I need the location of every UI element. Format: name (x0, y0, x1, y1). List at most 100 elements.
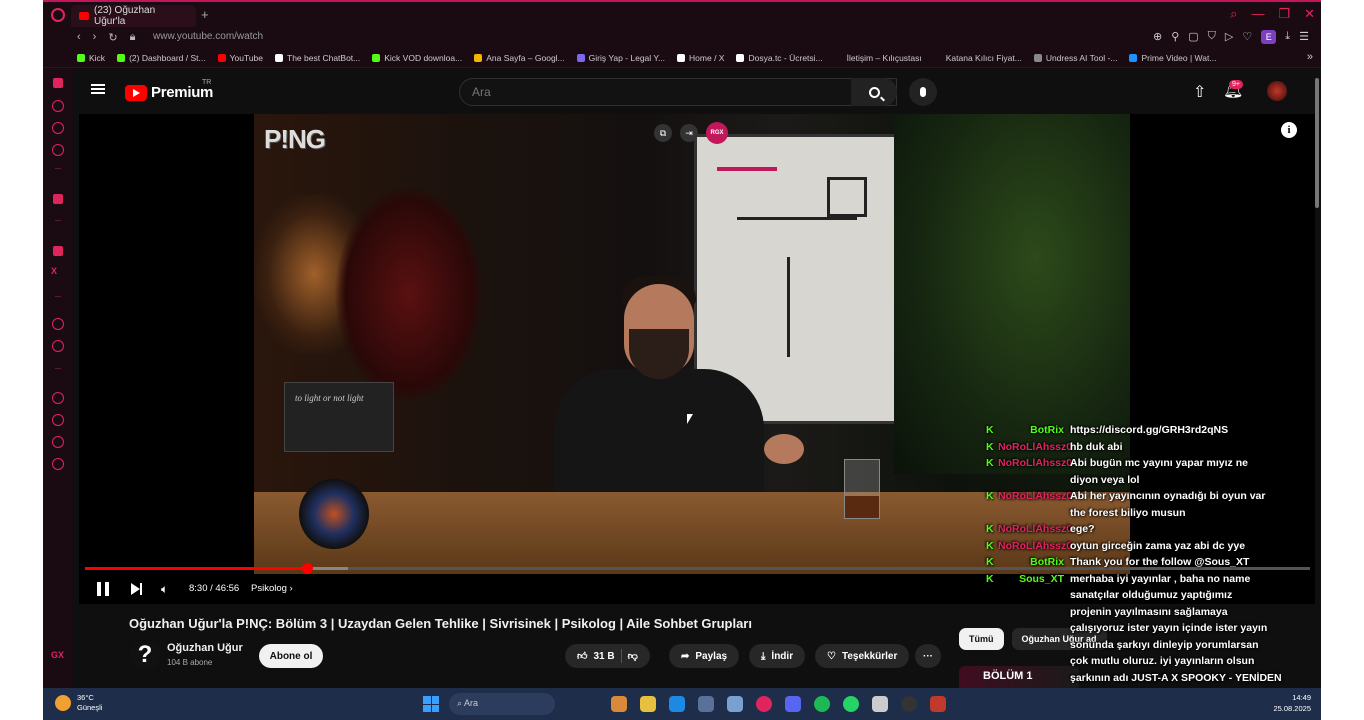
bookmark-item[interactable]: Kick (77, 53, 105, 63)
create-upload-icon[interactable]: ⇧ (1193, 82, 1206, 102)
spotify-icon[interactable] (814, 696, 830, 712)
zoom-icon[interactable]: ⊕ (1153, 30, 1162, 44)
rgx-button[interactable]: RGX (706, 122, 728, 144)
avatar[interactable] (1267, 81, 1287, 101)
url-field[interactable]: www.youtube.com/watch (153, 31, 263, 42)
sidebar-hot-tabs-icon[interactable] (52, 144, 64, 156)
chat-message: K BotRix Thank you for the follow @Sous_XT (986, 554, 1249, 571)
next-icon[interactable] (131, 583, 142, 595)
bookmark-item[interactable]: Prime Video | Wat... (1129, 53, 1216, 63)
whatsapp-icon[interactable] (843, 696, 859, 712)
chapter-label[interactable]: Psikolog › (251, 583, 293, 594)
sidebar-gx-control-icon[interactable] (52, 100, 64, 112)
hamburger-menu-icon[interactable] (91, 84, 105, 94)
bookmark-item[interactable]: Dosya.tc - Ücretsi... (736, 53, 823, 63)
download-icon[interactable]: ⤓ (1285, 30, 1290, 44)
bookmark-item[interactable]: Katana Kılıcı Fiyat... (933, 53, 1022, 63)
bookmark-item[interactable]: (2) Dashboard / St... (117, 53, 206, 63)
dislike-icon[interactable]: 👎︎ (628, 650, 638, 662)
bookmark-item[interactable]: The best ChatBot... (275, 53, 360, 63)
scrubber-handle[interactable] (301, 563, 313, 574)
store-icon[interactable] (698, 696, 714, 712)
taskbar-search[interactable]: ⌕ Ara (449, 693, 555, 715)
channel-name[interactable]: Oğuzhan Uğur (167, 642, 243, 654)
pin-icon[interactable]: ⚲ (1171, 30, 1179, 44)
lock-icon: 🔒︎ (129, 31, 136, 43)
close-icon[interactable]: ✕ (1304, 6, 1315, 22)
share-button[interactable]: ➦ Paylaş (669, 644, 740, 668)
heart-icon[interactable]: ♡ (1242, 30, 1252, 44)
enter-icon[interactable]: ⇥ (680, 124, 698, 142)
bookmark-item[interactable]: Home / X (677, 53, 724, 63)
maximize-icon[interactable]: ❐ (1278, 6, 1290, 22)
show-logo: P!NG (264, 124, 326, 154)
thanks-button[interactable]: ♡ Teşekkürler (815, 644, 910, 668)
bookmark-item[interactable]: Kick VOD downloa... (372, 53, 462, 63)
download-button[interactable]: ⤓ İndir (749, 644, 806, 668)
extension-icon[interactable]: E (1261, 30, 1277, 44)
like-icon[interactable]: 👍︎ (577, 650, 587, 662)
search-input[interactable] (459, 78, 897, 106)
reload-icon[interactable]: ↻ (108, 31, 117, 44)
page-scrollbar[interactable] (1315, 78, 1319, 208)
folder-icon[interactable] (640, 696, 656, 712)
edge-icon[interactable] (669, 696, 685, 712)
app-icon-red[interactable] (930, 696, 946, 712)
red-tree (334, 184, 484, 404)
youtube-logo[interactable]: Premium (125, 84, 213, 101)
bookmark-item[interactable]: YouTube (217, 53, 263, 63)
sidebar-twitch-icon[interactable] (53, 246, 63, 256)
sidebar-extensions-icon[interactable] (52, 436, 64, 448)
sidebar-x-icon[interactable]: X (51, 266, 57, 276)
bookmark-item[interactable]: Giriş Yap - Legal Y... (576, 53, 665, 63)
search-button[interactable] (851, 78, 897, 106)
like-count[interactable]: 31 B (593, 651, 614, 662)
screen-border-right (1321, 0, 1364, 720)
sidebar-gx-cleaner-icon[interactable] (52, 122, 64, 134)
subscribe-button[interactable]: Abone ol (259, 644, 323, 668)
sidebar-player-icon[interactable] (52, 318, 64, 330)
system-tray[interactable]: 14:49 25.08.2025 (1273, 692, 1311, 714)
bookmark-item[interactable]: İletişim – Kılıçustası (834, 53, 922, 63)
minimize-icon[interactable]: — (1251, 6, 1264, 22)
info-icon[interactable]: i (1281, 122, 1297, 138)
app-icon-game[interactable] (872, 696, 888, 712)
chat-text: Abi her yayıncının oynadığı bi oyun var (1070, 490, 1266, 502)
opera-gx-icon[interactable] (51, 8, 65, 22)
youtube-play-icon (125, 84, 147, 101)
search-tabs-icon[interactable]: ⌕ (1230, 6, 1237, 22)
opera-gx-taskbar-icon[interactable] (756, 696, 772, 712)
snapshot-icon[interactable]: ▢ (1188, 30, 1198, 44)
chat-message: the forest biliyo musun (986, 505, 1186, 522)
voice-search-button[interactable] (909, 78, 937, 106)
discord-icon[interactable] (785, 696, 801, 712)
shield-icon[interactable]: ⛉ (1208, 30, 1216, 44)
bookmark-item[interactable]: Ana Sayfa – Googl... (474, 53, 565, 63)
sidebar-gx-corner-icon[interactable] (53, 194, 63, 204)
tab-youtube[interactable]: (23) Oğuzhan Uğur'la (71, 5, 196, 27)
new-tab-button[interactable]: + (201, 7, 209, 22)
volume-icon[interactable]: 🔈︎ (161, 582, 168, 597)
back-icon[interactable]: ‹ (77, 31, 81, 44)
start-button[interactable] (423, 696, 439, 712)
weather-widget[interactable]: 36°C Güneşli (55, 693, 102, 713)
more-actions-button[interactable]: ··· (915, 644, 941, 668)
pause-icon[interactable] (97, 582, 109, 596)
channel-avatar[interactable]: ? (130, 640, 160, 670)
menu-icon[interactable]: ☰ (1299, 30, 1309, 44)
bookmark-item[interactable]: Undress AI Tool -... (1033, 53, 1117, 63)
sidebar-aria-icon[interactable] (53, 78, 63, 88)
clock-time: 14:49 (1292, 693, 1311, 702)
app-icon-files[interactable] (611, 696, 627, 712)
sidebar-downloads-icon[interactable] (52, 414, 64, 426)
forward-icon[interactable]: › (93, 31, 97, 44)
play-icon[interactable]: ▷ (1225, 30, 1233, 44)
sidebar-history-icon[interactable] (52, 392, 64, 404)
photos-icon[interactable] (727, 696, 743, 712)
bookmarks-more-icon[interactable]: » (1307, 51, 1313, 63)
popout-icon[interactable]: ⧉ (654, 124, 672, 142)
obs-icon[interactable] (901, 696, 917, 712)
sidebar-send-icon[interactable] (52, 340, 64, 352)
sidebar-settings-icon[interactable] (52, 458, 64, 470)
chat-username: NoRoLlAhssz0 (998, 440, 1073, 453)
